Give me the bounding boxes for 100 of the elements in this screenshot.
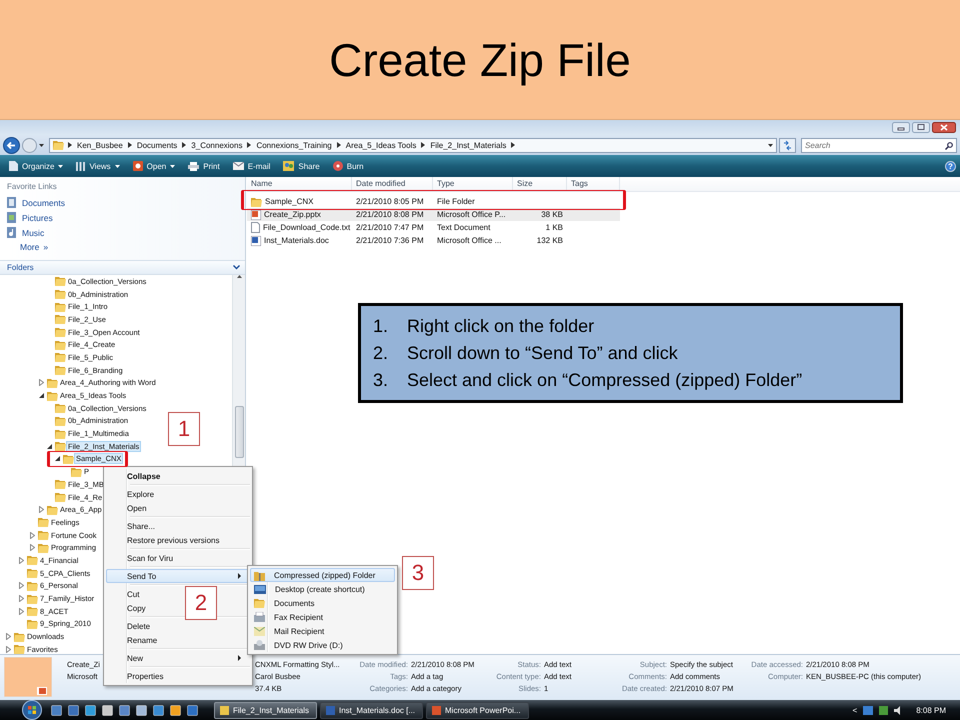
app-icon[interactable] (51, 704, 62, 716)
file-row[interactable]: Sample_CNX 2/21/2010 8:05 PM File Folder (247, 195, 620, 208)
back-button[interactable] (3, 136, 20, 154)
file-row[interactable]: Create_Zip.pptx 2/21/2010 8:08 PM Microsoft Office P... 38 KB (247, 208, 620, 221)
folder-icon (55, 492, 66, 502)
menu-item[interactable]: Share... (106, 519, 164, 533)
app-icon[interactable] (136, 704, 147, 716)
search-field[interactable]: Search (801, 138, 957, 152)
minimize-button[interactable] (892, 122, 910, 133)
breadcrumb-item[interactable]: File_2_Inst_Materials (429, 140, 508, 150)
table-cell: 1 KB (546, 223, 563, 232)
breadcrumb-item[interactable]: Connexions_Training (255, 140, 333, 150)
folder-icon (251, 196, 262, 206)
envelope-icon (232, 162, 244, 170)
file-row[interactable]: Inst_Materials.doc 2/21/2010 7:36 PM Microsoft Office ... 132 KB (247, 234, 620, 247)
folder-icon (38, 542, 49, 553)
folder-icon (47, 378, 58, 388)
folder-icon (55, 314, 66, 324)
send-to-menu[interactable]: Compressed (zipped) Folder Desktop (create shortcut) Documents Fax Recipient Mail Recipient DVD RW Drive (D:) (247, 565, 398, 655)
menu-item[interactable]: Rename (106, 633, 166, 647)
table-cell: 132 KB (536, 236, 563, 245)
document-icon (7, 197, 16, 208)
folder-icon (55, 365, 66, 376)
favorite-link[interactable]: Pictures (7, 212, 245, 223)
favorite-link[interactable]: Documents (7, 197, 245, 208)
network-icon[interactable] (863, 706, 874, 714)
column-header[interactable]: Name (247, 177, 352, 191)
file-row[interactable]: File_Download_Code.txt 2/21/2010 7:47 PM Text Document 1 KB (247, 221, 620, 234)
step-number: 1. (373, 316, 390, 336)
app-icon[interactable] (85, 704, 96, 716)
folder-icon (14, 644, 25, 654)
app-icon[interactable] (119, 704, 130, 716)
breadcrumb-item[interactable]: 3_Connexions (190, 140, 244, 150)
column-header[interactable]: Size (513, 177, 567, 191)
toolbar-button[interactable]: Open (128, 159, 180, 173)
menu-item[interactable]: Delete (106, 619, 160, 633)
tray-app-icon[interactable] (879, 706, 888, 714)
menu-item[interactable]: Fax Recipient (250, 610, 332, 624)
caret-icon (39, 144, 44, 146)
folder-icon (27, 568, 38, 578)
menu-item[interactable]: New (106, 651, 250, 665)
refresh-button[interactable] (779, 138, 796, 152)
folders-header[interactable]: Folders (0, 260, 245, 275)
address-field[interactable]: Ken_Busbee Documents 3_Connexions Connexions_Training Area_5_Ideas Tools File_2_Inst_Materials (49, 138, 777, 152)
maximize-button[interactable] (912, 122, 930, 133)
toolbar-button[interactable]: Organize (4, 159, 68, 173)
window-icon (432, 706, 441, 714)
tray-toggle[interactable]: < (852, 706, 858, 714)
menu-item[interactable]: Send To (106, 569, 250, 583)
instruction-text: Scroll down to “Send To” and click (407, 342, 678, 364)
folder-icon (27, 555, 38, 566)
more-link[interactable]: More (20, 242, 40, 252)
speaker-icon[interactable] (894, 706, 902, 714)
folder-icon (55, 340, 66, 350)
menu-item[interactable]: DVD RW Drive (D:) (250, 638, 352, 652)
menu-item[interactable]: Documents (250, 596, 324, 610)
menu-item[interactable]: Desktop (create shortcut) (250, 582, 374, 596)
menu-item[interactable]: Cut (106, 587, 148, 601)
table-cell-text: Microsoft Office P... (436, 210, 507, 219)
toolbar-button[interactable]: Share (278, 159, 325, 173)
app-icon[interactable] (187, 704, 198, 716)
app-icon[interactable] (153, 704, 164, 716)
menu-item[interactable]: Copy (106, 601, 155, 615)
column-header[interactable]: Type (433, 177, 513, 191)
toolbar-button[interactable]: Burn (328, 159, 369, 173)
help-button[interactable]: ? (945, 160, 956, 172)
table-cell-text: 2/21/2010 7:47 PM (355, 223, 425, 232)
column-header[interactable]: Tags (567, 177, 620, 191)
scrollbar-thumb[interactable] (234, 406, 244, 458)
breadcrumb-arrow-icon (336, 142, 341, 148)
column-header[interactable]: Date modified (352, 177, 433, 191)
taskbar-button[interactable]: Inst_Materials.doc [... (320, 702, 423, 718)
taskbar-button[interactable]: Microsoft PowerPoi... (426, 702, 529, 718)
breadcrumb-arrow-icon (511, 142, 516, 148)
app-icon[interactable] (68, 704, 79, 716)
menu-item[interactable]: Compressed (zipped) Folder (250, 568, 395, 582)
taskbar-button[interactable]: File_2_Inst_Materials (214, 702, 317, 718)
menu-item[interactable]: Properties (106, 669, 172, 683)
menu-item[interactable]: Collapse (106, 469, 170, 483)
start-button[interactable] (22, 700, 42, 720)
folder-icon (27, 580, 38, 591)
toolbar-button[interactable]: Print (183, 160, 225, 172)
breadcrumb-item[interactable]: Ken_Busbee (76, 140, 124, 150)
menu-item[interactable]: Mail Recipient (250, 624, 334, 638)
instruction-text: Select and click on “Compressed (zipped) Folder” (407, 370, 802, 390)
clock[interactable]: 8:08 PM (916, 706, 946, 714)
menu-item[interactable]: Open (106, 501, 156, 515)
breadcrumb-item[interactable]: Documents (136, 140, 178, 150)
toolbar-button[interactable]: Views (71, 160, 125, 172)
double-chevron-icon[interactable]: » (43, 242, 48, 252)
toolbar-button[interactable]: E-mail (228, 160, 276, 172)
step-number: 3 (402, 556, 434, 590)
app-icon[interactable] (170, 704, 181, 716)
menu-item[interactable]: Explore (106, 487, 164, 501)
menu-item[interactable]: Restore previous versions (106, 533, 228, 547)
breadcrumb-item[interactable]: Area_5_Ideas Tools (344, 140, 418, 150)
close-button[interactable] (932, 122, 956, 133)
menu-item[interactable]: Scan for Viru (106, 551, 182, 565)
app-icon[interactable] (102, 704, 113, 716)
favorite-link[interactable]: Music (7, 227, 245, 238)
